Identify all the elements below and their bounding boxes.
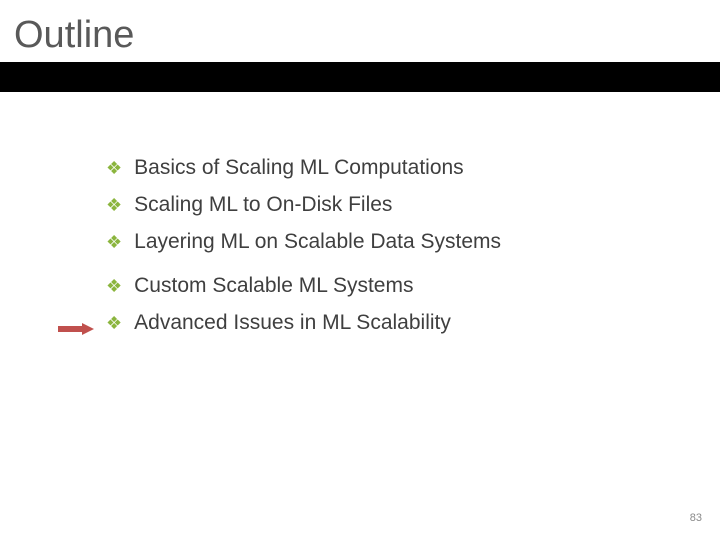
list-item-label: Custom Scalable ML Systems bbox=[134, 273, 413, 299]
bullet-icon: ❖ bbox=[106, 229, 122, 255]
list-item: ❖ Layering ML on Scalable Data Systems bbox=[106, 229, 501, 255]
list-item-label: Basics of Scaling ML Computations bbox=[134, 155, 464, 181]
slide-header: Outline bbox=[0, 0, 720, 92]
outline-list: ❖ Basics of Scaling ML Computations ❖ Sc… bbox=[106, 155, 501, 347]
bullet-icon: ❖ bbox=[106, 155, 122, 181]
list-item-label: Scaling ML to On-Disk Files bbox=[134, 192, 392, 218]
list-item: ❖ Advanced Issues in ML Scalability bbox=[106, 310, 501, 336]
list-item: ❖ Scaling ML to On-Disk Files bbox=[106, 192, 501, 218]
list-item-label: Advanced Issues in ML Scalability bbox=[134, 310, 451, 336]
current-topic-arrow-icon bbox=[58, 323, 96, 335]
list-item: ❖ Basics of Scaling ML Computations bbox=[106, 155, 501, 181]
page-number: 83 bbox=[690, 512, 702, 524]
title-underline bbox=[0, 62, 720, 92]
bullet-icon: ❖ bbox=[106, 192, 122, 218]
bullet-icon: ❖ bbox=[106, 273, 122, 299]
slide-title: Outline bbox=[14, 14, 134, 57]
list-item: ❖ Custom Scalable ML Systems bbox=[106, 273, 501, 299]
bullet-icon: ❖ bbox=[106, 310, 122, 336]
list-item-label: Layering ML on Scalable Data Systems bbox=[134, 229, 501, 255]
